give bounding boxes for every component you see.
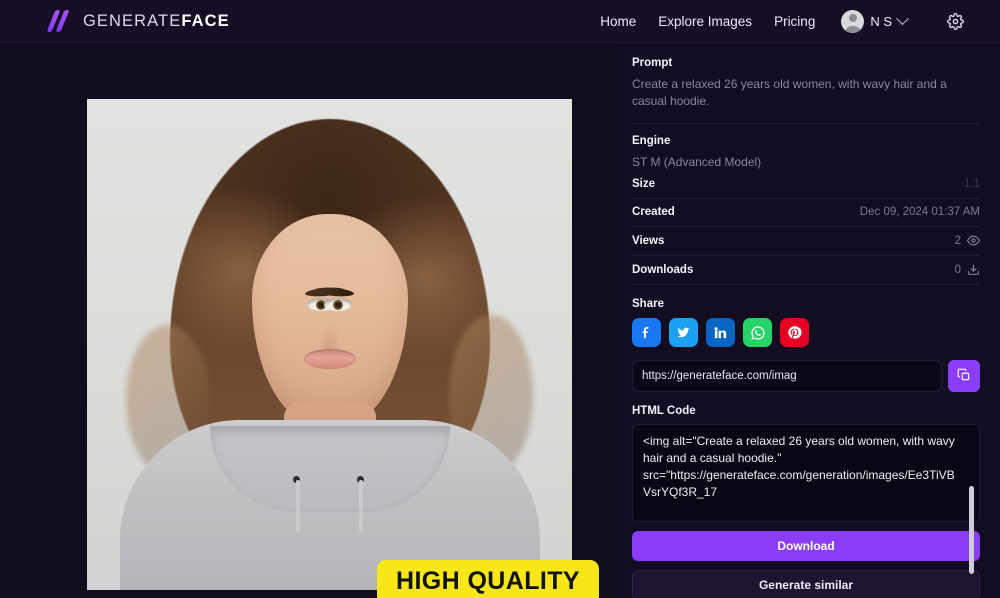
image-stage: HIGH QUALITY — [0, 43, 620, 598]
gear-icon[interactable] — [947, 12, 964, 30]
row-key: Views — [632, 234, 665, 247]
row-value: 1:1 — [964, 178, 980, 190]
download-button[interactable]: Download — [632, 531, 980, 562]
lips — [303, 348, 356, 369]
share-url-row: https://generateface.com/imag — [632, 360, 980, 393]
table-row-views: Views 2 — [632, 227, 980, 257]
iris-right — [333, 299, 344, 310]
share-linkedin-button[interactable] — [706, 318, 735, 348]
row-value: 0 — [955, 263, 980, 276]
page-root: GENERATEFACE Home Explore Images Pricing… — [0, 0, 1000, 598]
engine-value: ST M (Advanced Model) — [632, 154, 762, 169]
brand-logo[interactable]: GENERATEFACE — [46, 10, 230, 32]
drawstring-right — [358, 479, 363, 532]
prompt-label: Prompt — [632, 57, 673, 69]
code-scrollbar[interactable] — [969, 486, 974, 574]
row-value-text: Dec 09, 2024 01:37 AM — [859, 206, 980, 219]
share-label: Share — [632, 298, 664, 311]
eye-icon — [967, 234, 980, 247]
share-whatsapp-button[interactable] — [743, 318, 772, 348]
nav-item-pricing[interactable]: Pricing — [774, 14, 815, 29]
social-share-row — [632, 318, 980, 348]
user-menu[interactable]: N S — [841, 9, 909, 33]
divider — [632, 122, 980, 124]
download-icon — [967, 263, 980, 276]
nav-item-explore-images[interactable]: Explore Images — [658, 14, 752, 29]
copy-icon — [957, 368, 971, 385]
avatar — [841, 9, 865, 33]
row-value: 2 — [955, 234, 980, 247]
top-header: GENERATEFACE Home Explore Images Pricing… — [0, 0, 1000, 43]
quality-badge: HIGH QUALITY — [377, 560, 599, 598]
share-pinterest-button[interactable] — [780, 318, 809, 348]
brand-name-bold: FACE — [181, 11, 230, 30]
user-name: N S — [870, 13, 892, 29]
engine-label: Engine — [632, 134, 671, 147]
drawstring-left — [295, 479, 300, 532]
row-value-text: 2 — [954, 234, 961, 247]
share-twitter-button[interactable] — [669, 318, 698, 348]
row-key: Created — [632, 206, 675, 219]
table-row-created: Created Dec 09, 2024 01:37 AM — [632, 199, 980, 228]
table-row-downloads: Downloads 0 — [632, 256, 980, 286]
brand-name-light: GENERATE — [83, 11, 182, 30]
generated-image[interactable] — [87, 99, 572, 590]
table-row-size: Size 1:1 — [632, 171, 980, 200]
main-nav: Home Explore Images Pricing N S — [600, 9, 964, 33]
details-panel: Prompt Create a relaxed 26 years old wom… — [620, 43, 1000, 598]
copy-url-button[interactable] — [948, 360, 980, 393]
row-key: Size — [632, 178, 656, 191]
share-url-input[interactable]: https://generateface.com/imag — [632, 360, 942, 393]
html-code-textarea[interactable]: <img alt="Create a relaxed 26 years old … — [632, 424, 980, 523]
brand-name: GENERATEFACE — [83, 12, 230, 31]
row-key: Downloads — [632, 263, 694, 276]
row-value-text: 0 — [954, 263, 961, 276]
portrait-photo — [87, 99, 572, 590]
face-shape — [251, 214, 408, 427]
nav-item-home[interactable]: Home — [600, 14, 636, 29]
row-value: Dec 09, 2024 01:37 AM — [860, 206, 980, 218]
share-facebook-button[interactable] — [632, 318, 661, 348]
prompt-value: Create a relaxed 26 years old women, wit… — [632, 77, 947, 109]
row-value-text: 1:1 — [964, 178, 980, 191]
html-code-label: HTML Code — [632, 405, 696, 418]
hood-collar — [209, 425, 450, 512]
eye-right — [324, 298, 353, 312]
chevron-down-icon — [896, 11, 909, 25]
generate-similar-button[interactable]: Generate similar — [632, 570, 980, 598]
double-slash-logo-icon — [46, 10, 74, 32]
